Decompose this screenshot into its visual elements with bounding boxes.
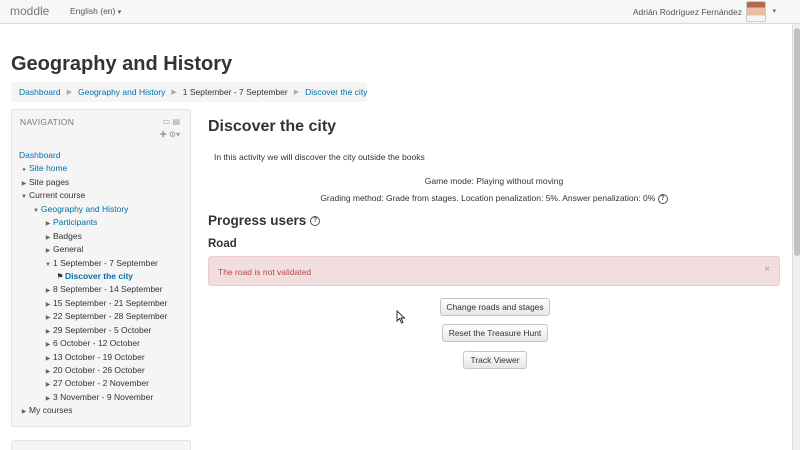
nav-item-badges[interactable]: ▶ Badges — [19, 230, 189, 243]
breadcrumb-dashboard[interactable]: Dashboard — [19, 87, 61, 97]
nav-item-site-home[interactable]: ● Site home — [19, 162, 189, 175]
breadcrumb: Dashboard ▶ Geography and History ▶ 1 Se… — [11, 82, 367, 102]
reset-treasure-hunt-button[interactable]: Reset the Treasure Hunt — [442, 324, 548, 342]
nav-item-week-2[interactable]: ▶ 8 September - 14 September — [19, 283, 189, 296]
dock-block-icon[interactable]: ▭ — [163, 117, 171, 126]
nav-item-label: Current course — [29, 190, 86, 201]
nav-item-label: My courses — [29, 405, 73, 416]
navigation-block-title: NAVIGATION — [20, 117, 75, 127]
nav-item-label: 3 November - 9 November — [53, 391, 154, 402]
breadcrumb-activity[interactable]: Discover the city — [305, 87, 367, 97]
nav-item-label: 15 September - 21 September — [53, 297, 168, 308]
nav-item-label: Site pages — [29, 176, 70, 187]
nav-item-my-courses[interactable]: ▶ My courses — [19, 404, 189, 417]
block-controls: ▭ ▤ ✚ ⚙▾ — [160, 115, 180, 141]
navigation-tree: Dashboard ● Site home ▶ Site pages ▼ Curren… — [19, 149, 189, 418]
site-brand-link[interactable]: moddle — [10, 4, 49, 18]
hide-block-icon[interactable]: ▤ — [172, 117, 180, 126]
game-mode-text: Game mode: Playing without moving — [424, 176, 564, 186]
user-avatar[interactable] — [746, 1, 766, 22]
top-navbar: moddle English (en) ▾ Adrián Rodríguez F… — [0, 0, 800, 24]
nav-item-label: 1 September - 7 September — [53, 257, 158, 268]
nav-item-site-pages[interactable]: ▶ Site pages — [19, 176, 189, 189]
page-title: Geography and History — [11, 53, 233, 75]
progress-users-label: Progress users — [208, 213, 307, 228]
nav-item-participants[interactable]: ▶ Participants — [19, 216, 189, 229]
nav-item-label: Discover the city — [65, 270, 134, 281]
help-icon[interactable]: ? — [657, 193, 668, 204]
nav-item-label: Dashboard — [19, 150, 61, 160]
move-block-icon[interactable]: ✚ — [160, 130, 167, 139]
nav-item-week-8[interactable]: ▶ 20 October - 26 October — [19, 364, 189, 377]
road-heading: Road — [208, 238, 237, 250]
scrollbar-thumb[interactable] — [794, 28, 800, 256]
nav-item-label: 13 October - 19 October — [53, 351, 145, 362]
track-viewer-button[interactable]: Track Viewer — [463, 351, 527, 369]
nav-item-label: 27 October - 2 November — [53, 378, 149, 389]
nav-item-week-1[interactable]: ▼ 1 September - 7 September — [19, 257, 189, 270]
treasure-hunt-icon: ⚑ — [56, 271, 64, 281]
nav-item-current-course[interactable]: ▼ Current course — [19, 189, 189, 202]
user-menu-chevron-icon[interactable]: ▾ — [772, 7, 776, 15]
nav-item-label: 20 October - 26 October — [53, 365, 145, 375]
nav-item-label: Geography and History — [41, 203, 129, 214]
help-icon[interactable]: ? — [310, 216, 321, 227]
mouse-pointer-shape — [396, 309, 406, 324]
nav-item-label: 29 September - 5 October — [53, 324, 152, 335]
administration-block — [11, 440, 191, 450]
change-roads-button[interactable]: Change roads and stages — [440, 298, 550, 316]
language-label: English (en) — [70, 6, 116, 16]
nav-item-label: Site home — [29, 163, 68, 174]
language-menu[interactable]: English (en) ▾ — [70, 6, 121, 16]
nav-item-week-5[interactable]: ▶ 29 September - 5 October — [19, 324, 189, 337]
nav-item-week-9[interactable]: ▶ 27 October - 2 November — [19, 377, 189, 390]
nav-item-discover-city[interactable]: ⚑Discover the city — [19, 270, 189, 283]
alert-message: The road is not validated — [218, 267, 312, 277]
nav-item-week-7[interactable]: ▶ 13 October - 19 October — [19, 351, 189, 364]
nav-item-week-4[interactable]: ▶ 22 September - 28 September — [19, 310, 189, 323]
grading-method-text: Grading method: Grade from stages. Locat… — [320, 193, 656, 203]
breadcrumb-separator-icon: ▶ — [171, 89, 177, 96]
nav-item-label: 22 September - 28 September — [53, 311, 168, 322]
user-name[interactable]: Adrián Rodríguez Fernández — [633, 7, 742, 17]
close-icon[interactable]: × — [764, 264, 770, 275]
page-scrollbar[interactable] — [792, 24, 800, 450]
activity-intro: In this activity we will discover the ci… — [214, 152, 425, 162]
nav-item-week-3[interactable]: ▶ 15 September - 21 September — [19, 297, 189, 310]
nav-item-label: 8 September - 14 September — [53, 284, 163, 295]
breadcrumb-separator-icon: ▶ — [66, 89, 72, 96]
nav-item-label: 6 October - 12 October — [53, 338, 140, 349]
expand-arrow-icon[interactable]: ▶ — [19, 406, 29, 419]
progress-users-heading: Progress users ? — [208, 213, 321, 228]
nav-item-dashboard[interactable]: Dashboard — [19, 149, 189, 162]
road-error-alert: The road is not validated × — [208, 256, 780, 286]
chevron-down-icon: ▾ — [117, 9, 122, 16]
nav-item-label: General — [53, 244, 84, 255]
navigation-block: NAVIGATION ▭ ▤ ✚ ⚙▾ Dashboard ● Site home… — [11, 109, 191, 427]
nav-item-label: Participants — [53, 217, 98, 228]
nav-item-week-10[interactable]: ▶ 3 November - 9 November — [19, 391, 189, 404]
gear-icon[interactable]: ⚙▾ — [169, 130, 180, 139]
breadcrumb-course[interactable]: Geography and History — [78, 87, 165, 97]
nav-item-geography-history[interactable]: ▼ Geography and History — [19, 203, 189, 216]
breadcrumb-separator-icon: ▶ — [293, 89, 300, 96]
breadcrumb-section: 1 September - 7 September — [182, 87, 288, 97]
nav-item-label: Badges — [53, 230, 82, 241]
nav-item-general[interactable]: ▶ General — [19, 243, 189, 256]
activity-heading: Discover the city — [208, 118, 337, 135]
nav-item-week-6[interactable]: ▶ 6 October - 12 October — [19, 337, 189, 350]
grading-method-row: Grading method: Grade from stages. Locat… — [208, 193, 780, 204]
